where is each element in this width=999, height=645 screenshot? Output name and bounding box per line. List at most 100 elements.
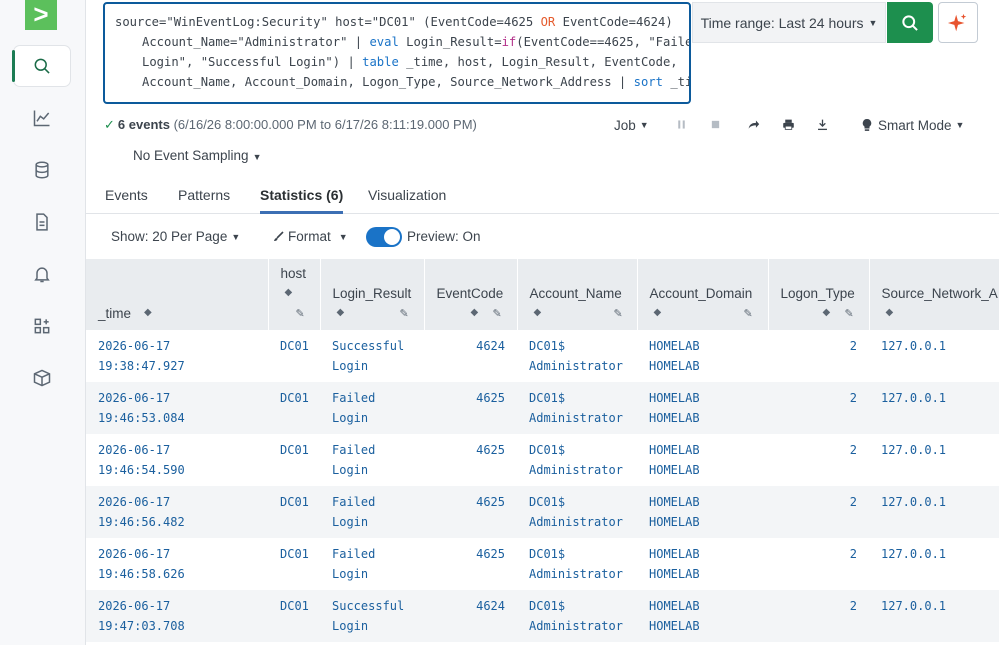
run-search-button[interactable]	[887, 2, 933, 43]
edit-column-icon[interactable]: ✎	[493, 307, 502, 320]
column-header-time[interactable]: _time ◆	[86, 259, 269, 330]
edit-column-icon[interactable]: ✎	[744, 307, 753, 320]
cell-time[interactable]: 2026-06-17 19:38:47.927	[86, 330, 268, 382]
event-sampling-menu[interactable]: No Event Sampling ▼	[133, 148, 261, 163]
column-header-account-name[interactable]: Account_Name ◆ ✎	[517, 259, 638, 330]
pause-button[interactable]	[673, 116, 689, 132]
cell-login-result[interactable]: Successful Login	[320, 590, 424, 642]
cell-eventcode[interactable]: 4624	[424, 330, 517, 382]
cell-account-name[interactable]: DC01$ Administrator	[517, 590, 637, 642]
event-count: 6 events	[117, 117, 170, 132]
cell-logon-type[interactable]: 2	[768, 330, 869, 382]
sort-icon[interactable]: ◆	[823, 307, 831, 318]
cell-host[interactable]: DC01	[268, 590, 320, 642]
sort-icon[interactable]: ◆	[654, 307, 662, 318]
cell-logon-type[interactable]: 2	[768, 590, 869, 642]
edit-column-icon[interactable]: ✎	[845, 307, 854, 320]
edit-column-icon[interactable]: ✎	[614, 307, 623, 320]
cell-login-result[interactable]: Failed Login	[320, 434, 424, 486]
cell-login-result[interactable]: Failed Login	[320, 382, 424, 434]
cell-account-domain[interactable]: HOMELAB HOMELAB	[637, 330, 768, 382]
sort-icon[interactable]: ◆	[144, 307, 152, 318]
time-range-picker[interactable]: Time range: Last 24 hours ▼	[692, 2, 886, 43]
tab-patterns[interactable]: Patterns	[178, 187, 230, 203]
sidebar-item-dashboards[interactable]	[14, 98, 70, 138]
cell-account-domain[interactable]: HOMELAB HOMELAB	[637, 590, 768, 642]
cell-source-network-address[interactable]: 127.0.0.1	[869, 538, 999, 590]
table-row: 2026-06-17 19:46:58.626 DC01 Failed Login …	[86, 538, 999, 590]
cell-time[interactable]: 2026-06-17 19:47:03.708	[86, 590, 268, 642]
search-mode-menu[interactable]: Smart Mode ▼	[861, 116, 964, 134]
cell-account-name[interactable]: DC01$ Administrator	[517, 486, 637, 538]
cell-eventcode[interactable]: 4624	[424, 590, 517, 642]
sidebar-item-apps[interactable]	[14, 306, 70, 346]
cell-time[interactable]: 2026-06-17 19:46:53.084	[86, 382, 268, 434]
stop-button[interactable]	[707, 116, 723, 132]
cell-host[interactable]: DC01	[268, 330, 320, 382]
edit-column-icon[interactable]: ✎	[296, 307, 305, 320]
column-header-logon-type[interactable]: Logon_Type ◆ ✎	[768, 259, 870, 330]
edit-column-icon[interactable]: ✎	[400, 307, 409, 320]
cell-eventcode[interactable]: 4625	[424, 382, 517, 434]
cell-account-name[interactable]: DC01$ Administrator	[517, 330, 637, 382]
cell-logon-type[interactable]: 2	[768, 434, 869, 486]
cell-time[interactable]: 2026-06-17 19:46:58.626	[86, 538, 268, 590]
cell-host[interactable]: DC01	[268, 486, 320, 538]
cell-account-name[interactable]: DC01$ Administrator	[517, 382, 637, 434]
tab-statistics[interactable]: Statistics (6)	[260, 187, 344, 214]
search-query-input[interactable]: source="WinEventLog:Security" host="DC01…	[103, 2, 691, 104]
sort-icon[interactable]: ◆	[471, 307, 479, 318]
cell-source-network-address[interactable]: 127.0.0.1	[869, 382, 999, 434]
column-header-source-network-address[interactable]: Source_Network_A ◆	[869, 259, 999, 330]
cell-logon-type[interactable]: 2	[768, 382, 869, 434]
tab-events[interactable]: Events	[105, 187, 148, 203]
cell-source-network-address[interactable]: 127.0.0.1	[869, 330, 999, 382]
sort-icon[interactable]: ◆	[285, 287, 293, 298]
sidebar-item-datasets[interactable]	[14, 150, 70, 190]
cell-account-name[interactable]: DC01$ Administrator	[517, 434, 637, 486]
column-header-account-domain[interactable]: Account_Domain ◆ ✎	[637, 259, 769, 330]
cell-time[interactable]: 2026-06-17 19:46:54.590	[86, 434, 268, 486]
cell-time[interactable]: 2026-06-17 19:46:56.482	[86, 486, 268, 538]
cell-account-domain[interactable]: HOMELAB HOMELAB	[637, 382, 768, 434]
sidebar-item-search[interactable]	[12, 46, 70, 86]
cell-logon-type[interactable]: 2	[768, 486, 869, 538]
cell-source-network-address[interactable]: 127.0.0.1	[869, 486, 999, 538]
cell-login-result[interactable]: Failed Login	[320, 538, 424, 590]
cell-host[interactable]: DC01	[268, 382, 320, 434]
sidebar-item-packages[interactable]	[14, 358, 70, 398]
cell-login-result[interactable]: Failed Login	[320, 486, 424, 538]
column-header-eventcode[interactable]: EventCode ◆ ✎	[424, 259, 518, 330]
cell-account-name[interactable]: DC01$ Administrator	[517, 538, 637, 590]
sort-icon[interactable]: ◆	[337, 307, 345, 318]
job-menu[interactable]: Job ▼	[614, 116, 649, 134]
share-button[interactable]	[745, 116, 761, 132]
per-page-menu[interactable]: Show: 20 Per Page ▼	[111, 229, 240, 244]
cell-account-domain[interactable]: HOMELAB HOMELAB	[637, 434, 768, 486]
cell-account-domain[interactable]: HOMELAB HOMELAB	[637, 538, 768, 590]
cell-host[interactable]: DC01	[268, 538, 320, 590]
format-menu[interactable]: Format ▼	[273, 229, 348, 244]
cell-host[interactable]: DC01	[268, 434, 320, 486]
tab-visualization[interactable]: Visualization	[368, 187, 446, 203]
column-header-login-result[interactable]: Login_Result ◆ ✎	[320, 259, 425, 330]
cell-account-domain[interactable]: HOMELAB HOMELAB	[637, 486, 768, 538]
cell-source-network-address[interactable]: 127.0.0.1	[869, 590, 999, 642]
cell-eventcode[interactable]: 4625	[424, 434, 517, 486]
column-header-host[interactable]: host ◆ ✎	[268, 259, 321, 330]
sort-icon[interactable]: ◆	[886, 307, 894, 318]
print-button[interactable]	[780, 116, 796, 132]
preview-toggle[interactable]	[366, 227, 402, 247]
sidebar-item-reports[interactable]	[14, 202, 70, 242]
export-button[interactable]	[814, 116, 830, 132]
cell-source-network-address[interactable]: 127.0.0.1	[869, 434, 999, 486]
splunk-logo-icon[interactable]: >	[25, 0, 57, 30]
cell-logon-type[interactable]: 2	[768, 538, 869, 590]
sort-icon[interactable]: ◆	[534, 307, 542, 318]
ai-assistant-button[interactable]	[938, 2, 978, 43]
cell-eventcode[interactable]: 4625	[424, 538, 517, 590]
sidebar-item-alerts[interactable]	[14, 254, 70, 294]
cell-login-result[interactable]: Successful Login	[320, 330, 424, 382]
cell-text: DC01$	[529, 443, 566, 457]
cell-eventcode[interactable]: 4625	[424, 486, 517, 538]
